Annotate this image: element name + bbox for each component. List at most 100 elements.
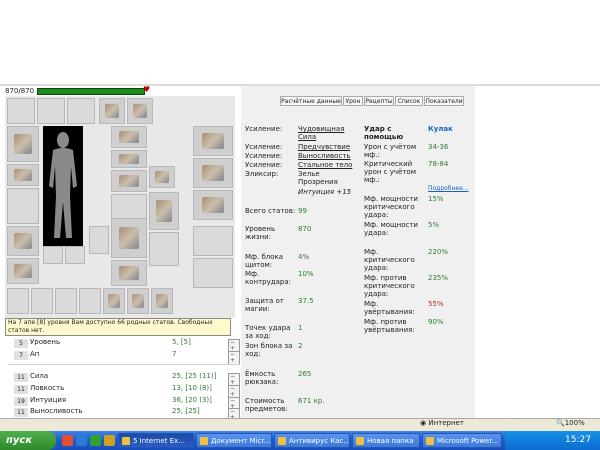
taskbar-button[interactable]: Microsoft Power... [422,433,502,448]
slot-scroll[interactable] [193,190,233,220]
divider [8,364,240,365]
slot-amulet[interactable] [111,126,147,148]
slot-small[interactable] [89,226,109,254]
attack-value: 78-84 [428,160,449,168]
slot-bag[interactable] [79,288,101,314]
slot-potion[interactable] [193,126,233,156]
quicklaunch-icon[interactable] [90,435,101,446]
ie-icon[interactable] [76,435,87,446]
slot-small[interactable] [65,246,85,264]
slot-belt[interactable] [7,258,39,284]
attack-value: 235% [428,274,449,282]
globe-icon: ◉ [420,419,427,427]
slot-earring[interactable] [99,98,125,124]
slot-ring[interactable] [67,98,95,124]
heart-icon: ♥ [143,85,151,94]
boost-label: Усиление: [245,161,283,169]
tab-damage[interactable]: Урон [343,96,363,106]
boost-link[interactable]: Стальное тело [298,161,352,169]
stat-label: Всего статов: [245,207,296,215]
stat-value: 671 кр. [298,397,325,405]
boost-label: Усиление: [245,125,283,133]
ie-icon [122,437,130,445]
boost-link[interactable]: Выносливость [298,152,351,160]
taskbar-button[interactable]: Антивирус Кас... [274,433,350,448]
stat-value: 870 [298,225,312,233]
stat-label: Мф. контрудара: [245,270,291,286]
quicklaunch-icon[interactable] [104,435,115,446]
slot-bag[interactable] [103,288,125,314]
stat-row-level: 5 Уровень 5, [5] −+ [8,338,240,353]
tab-calculated[interactable]: Расчётные данные [280,96,342,106]
attack-value: 5% [428,221,440,229]
slot-armor[interactable] [7,226,39,256]
slot-ring[interactable] [7,98,35,124]
stat-label: Защита от магии: [245,297,284,313]
slot-weapon[interactable] [7,188,39,224]
taskbar-button[interactable]: 5 Internet Ex... [118,433,194,448]
slot-bag[interactable] [151,288,173,314]
stat-value: 99 [298,207,307,215]
stat-value: 10% [298,270,314,278]
slot-small[interactable] [43,246,63,264]
slot-ring[interactable] [37,98,65,124]
boost-link[interactable]: Чудовищная Сила [298,125,354,141]
slot-boots[interactable] [111,260,147,286]
stat-value: 2 [298,342,303,350]
taskbar-button-label: Новая папка [367,437,414,445]
tab-list[interactable]: Список [395,96,423,106]
start-label: пуск [6,435,33,446]
slot-bag[interactable] [7,288,29,314]
equipment-panel [5,96,235,318]
stat-number: 11 [14,408,28,417]
stat-label: Зон блока за ход: [245,342,293,358]
slot-bag[interactable] [31,288,53,314]
attack-value: 55% [428,300,444,308]
attack-label: Мф. против критического удара: [364,274,415,298]
internet-label: Интернет [428,419,464,427]
stat-number: 5 [14,339,28,348]
weapon-name: Кулак [428,125,453,133]
boost-link[interactable]: Предчувствие [298,143,350,151]
character-figure [43,126,83,246]
tab-indicators[interactable]: Показатели [424,96,464,106]
taskbar-button[interactable]: Новая папка [352,433,420,448]
quicklaunch-icon[interactable] [62,435,73,446]
hp-text: 870/870 [5,87,35,95]
slot-earring[interactable] [127,98,153,124]
folder-icon [356,437,364,445]
tab-recipes[interactable]: Рецепты [364,96,394,106]
stat-row-agility: 11 Ловкость 13, [10 (8)] −+ [8,384,240,399]
slot-shirt[interactable] [149,192,179,230]
attack-label: Критический урон с учётом мф.: [364,160,416,184]
start-button[interactable]: пуск [0,431,56,450]
stat-adjust-button[interactable]: −+ [228,351,240,365]
slot-scroll[interactable] [193,258,233,288]
slot-gloves[interactable] [111,170,147,192]
more-link[interactable]: Подробнее... [428,185,469,192]
slot-legs[interactable] [111,218,147,258]
stat-number: 11 [14,373,28,382]
stat-name: Уровень [30,338,61,346]
slot-cloak[interactable] [149,232,179,266]
slot-ring[interactable] [111,150,147,168]
stat-number: 19 [14,397,28,406]
slot-scroll[interactable] [193,226,233,256]
stat-row-endurance: 11 Выносливость 25, [25] −+ [8,407,240,422]
taskbar-button[interactable]: Документ Micr... [196,433,272,448]
stat-name: Интуиция [30,396,67,404]
boost-label: Усиление: [245,143,283,151]
slot-bag[interactable] [55,288,77,314]
slot-bracers[interactable] [7,164,39,186]
slot-scroll[interactable] [193,158,233,188]
slot-bag[interactable] [127,288,149,314]
zoom-level[interactable]: 🔍100% [556,419,585,427]
taskbar-button-label: Microsoft Power... [437,437,499,445]
stat-name: Выносливость [30,407,83,415]
stat-label: Уровень жизни: [245,225,276,241]
powerpoint-icon [426,437,434,445]
elixir-value: Зелье Прозрения [298,170,338,186]
slot-helmet[interactable] [7,126,39,162]
attack-label: Мф. мощности удара: [364,221,418,237]
slot-ring-extra[interactable] [149,166,175,188]
